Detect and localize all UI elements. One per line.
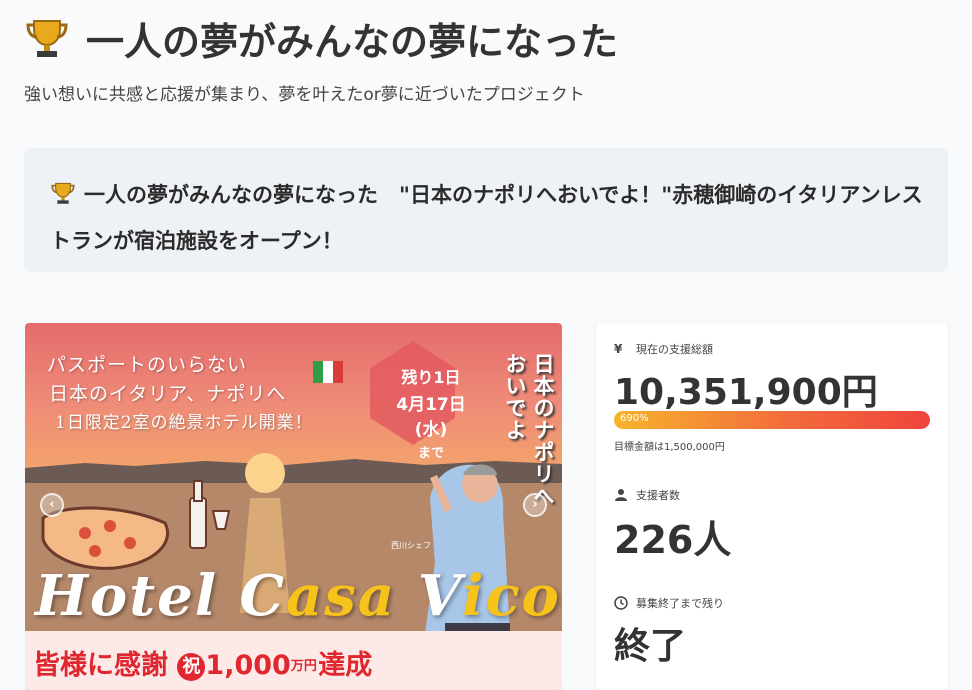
progress-text: 690% — [620, 413, 649, 424]
progress-fill — [614, 411, 930, 429]
countdown-date: 4月17日(水) — [396, 395, 466, 440]
project-title-text: 一人の夢がみんなの夢になった "日本のナポリへおいでよ！"赤穂御崎のイタリアンレ… — [50, 183, 923, 253]
thanks-unit: 万円 — [290, 659, 317, 674]
thanks-text: 皆様に感謝 祝 1,000万円 達成 — [33, 643, 372, 682]
carousel-next-button[interactable]: › — [523, 493, 547, 517]
section-title: 一人の夢がみんなの夢になった — [24, 8, 944, 68]
hotel-name-part: ico — [462, 563, 561, 629]
funding-progress-bar: 690% — [614, 411, 930, 429]
total-label: ¥ 現在の支援総額 — [614, 341, 713, 357]
trophy-icon — [50, 176, 76, 204]
supporters-value: 226人 — [614, 518, 732, 562]
project-title[interactable]: 一人の夢がみんなの夢になった "日本のナポリへおいでよ！"赤穂御崎のイタリアンレ… — [50, 172, 924, 264]
yen-icon: ¥ — [614, 342, 623, 356]
clock-icon — [614, 596, 628, 610]
hotel-name-part: V — [396, 563, 463, 629]
hotel-name: Hotel Casa Vico — [35, 563, 561, 629]
hero-line: 1日限定2室の絶景ホテル開業！ — [55, 413, 313, 433]
hotel-name-part: asa — [286, 563, 397, 629]
countdown-until: まで — [417, 446, 444, 461]
person-icon — [614, 488, 628, 502]
carousel-prev-button[interactable]: ‹ — [40, 493, 64, 517]
thanks-bar: 皆様に感謝 祝 1,000万円 達成 — [25, 631, 562, 690]
hero-copy: パスポートのいらない 日本のイタリア、ナポリへ 1日限定2室の絶景ホテル開業！ — [47, 351, 313, 438]
total-label-text: 現在の支援総額 — [636, 343, 713, 356]
supporters-label: 支援者数 — [614, 487, 680, 503]
hotel-name-part: Hotel C — [35, 563, 287, 629]
chef-caption: 西川シェフ — [391, 541, 431, 550]
project-title-banner[interactable]: 一人の夢がみんなの夢になった "日本のナポリへおいでよ！"赤穂御崎のイタリアンレ… — [24, 148, 948, 272]
trophy-icon — [24, 15, 70, 61]
countdown-days: 残り1日 — [401, 368, 461, 387]
section-header: 一人の夢がみんなの夢になった 強い想いに共感と応援が集まり、夢を叶えたor夢に近… — [24, 8, 944, 106]
thanks-label: 皆様に感謝 — [33, 650, 168, 681]
remaining-label-text: 募集終了まで残り — [636, 597, 724, 610]
hero-vertical-text: 日本のナポリへおいでよ — [503, 353, 555, 507]
goal-amount: 目標金額は1,500,000円 — [614, 442, 725, 453]
total-value: 10,351,900円 — [614, 372, 878, 413]
remaining-value: 終了 — [614, 626, 687, 667]
project-hero-image[interactable]: パスポートのいらない 日本のイタリア、ナポリへ 1日限定2室の絶景ホテル開業！ … — [25, 323, 562, 690]
celebrate-mark: 祝 — [177, 653, 206, 681]
section-title-text: 一人の夢がみんなの夢になった — [86, 19, 619, 64]
countdown-badge: 残り1日 4月17日(水) まで — [383, 352, 479, 461]
thanks-amount: 1,000 — [205, 650, 291, 681]
supporters-label-text: 支援者数 — [636, 489, 680, 502]
stats-card: ¥ 現在の支援総額 10,351,900円 690% 目標金額は1,500,00… — [596, 323, 948, 690]
thanks-achieved: 達成 — [318, 650, 373, 681]
hero-line: 日本のイタリア、ナポリへ — [49, 383, 287, 405]
hero-line: パスポートのいらない — [47, 354, 248, 376]
remaining-label: 募集終了まで残り — [614, 595, 724, 611]
section-subtitle: 強い想いに共感と応援が集まり、夢を叶えたor夢に近づいたプロジェクト — [24, 85, 585, 105]
